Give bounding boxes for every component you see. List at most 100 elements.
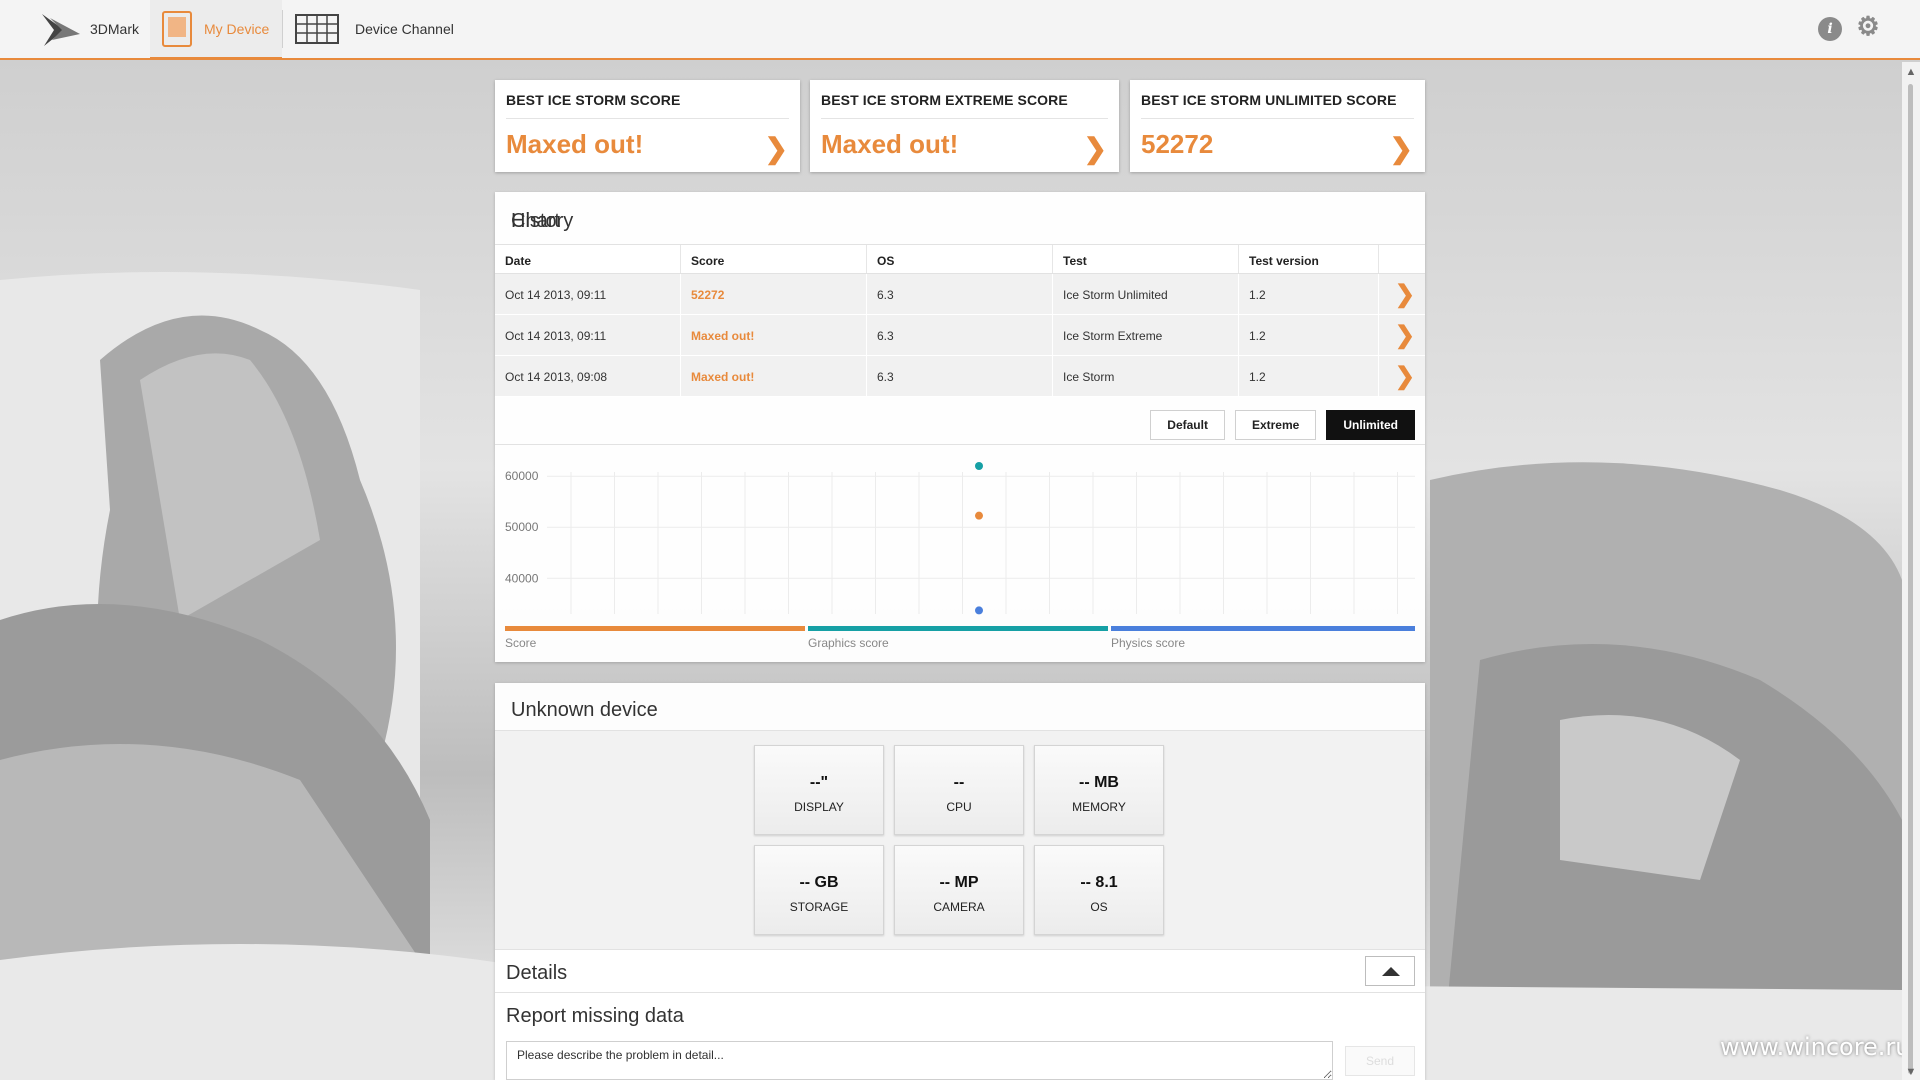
details-section-header: Details xyxy=(495,949,1425,993)
scroll-thumb[interactable] xyxy=(1908,84,1913,1074)
send-button[interactable]: Send xyxy=(1345,1046,1415,1076)
info-icon[interactable]: i xyxy=(1818,17,1842,41)
legend-graphics-bar xyxy=(808,626,1108,631)
chevron-right-icon: ❯ xyxy=(1389,133,1413,164)
chevron-right-icon: ❯ xyxy=(1083,133,1107,164)
nav-my-device[interactable]: My Device xyxy=(150,0,282,60)
history-table-header: Date Score OS Test Test version xyxy=(495,244,1425,274)
tile-value: --" xyxy=(809,774,829,791)
scroll-up-arrow-icon[interactable]: ▲ xyxy=(1905,66,1917,78)
row-version: 1.2 xyxy=(1239,315,1379,355)
scroll-down-arrow-icon[interactable]: ▼ xyxy=(1905,1066,1917,1080)
history-table: Date Score OS Test Test version Oct 14 2… xyxy=(495,244,1425,397)
row-score-link[interactable]: Maxed out! xyxy=(681,356,867,396)
nav-divider xyxy=(282,10,283,48)
device-panel: Unknown device --" DISPLAY -- CPU -- MB … xyxy=(495,683,1425,1080)
vertical-scrollbar[interactable]: ▲ ▼ xyxy=(1902,62,1920,1080)
row-test: Ice Storm Unlimited xyxy=(1053,274,1239,314)
nav-my-device-label: My Device xyxy=(204,20,270,37)
best-ice-storm-unlimited-card[interactable]: BEST ICE STORM UNLIMITED SCORE 52272 ❯ xyxy=(1130,80,1425,172)
tile-value: -- GB xyxy=(799,874,839,891)
table-row[interactable]: Oct 14 2013, 09:11 Maxed out! 6.3 Ice St… xyxy=(495,315,1425,356)
row-score-link[interactable]: Maxed out! xyxy=(681,315,867,355)
column-header[interactable]: OS xyxy=(867,245,1053,273)
tile-label: STORAGE xyxy=(789,900,849,914)
card-value: Maxed out! xyxy=(821,129,959,159)
y-tick-label: 50000 xyxy=(505,520,539,534)
column-header[interactable]: Date xyxy=(495,245,681,273)
display-tile: --" DISPLAY xyxy=(754,745,884,835)
report-description-input[interactable] xyxy=(506,1041,1333,1080)
data-point-physics-score xyxy=(975,606,983,615)
chart-unlimited-button[interactable]: Unlimited xyxy=(1326,410,1415,440)
row-date: Oct 14 2013, 09:11 xyxy=(495,315,681,355)
column-header[interactable]: Test xyxy=(1053,245,1239,273)
row-date: Oct 14 2013, 09:11 xyxy=(495,274,681,314)
row-os: 6.3 xyxy=(867,356,1053,396)
card-title: BEST ICE STORM UNLIMITED SCORE xyxy=(1141,92,1414,119)
tile-label: DISPLAY xyxy=(794,800,844,814)
tile-value: -- MB xyxy=(1079,774,1119,791)
os-tile: -- 8.1 OS xyxy=(1034,845,1164,935)
card-title: BEST ICE STORM EXTREME SCORE xyxy=(821,92,1108,119)
column-header-blank xyxy=(1379,245,1425,273)
history-panel: History Date Score OS Test Test version … xyxy=(495,192,1425,662)
gear-icon[interactable]: ⚙ xyxy=(1856,11,1880,41)
tile-value: -- 8.1 xyxy=(1080,874,1118,891)
best-ice-storm-card[interactable]: BEST ICE STORM SCORE Maxed out! ❯ xyxy=(495,80,800,172)
column-header[interactable]: Score xyxy=(681,245,867,273)
chart-title: Chart xyxy=(511,210,560,232)
table-row[interactable]: Oct 14 2013, 09:11 52272 6.3 Ice Storm U… xyxy=(495,274,1425,315)
chart-mode-buttons: Default Extreme Unlimited xyxy=(1150,410,1415,440)
chevron-right-icon[interactable]: ❯ xyxy=(1379,315,1425,355)
row-score-link[interactable]: 52272 xyxy=(681,274,867,314)
card-value: 52272 xyxy=(1141,129,1214,159)
memory-tile: -- MB MEMORY xyxy=(1034,745,1164,835)
row-os: 6.3 xyxy=(867,274,1053,314)
row-date: Oct 14 2013, 09:08 xyxy=(495,356,681,396)
data-point-graphics-score xyxy=(975,462,983,470)
table-row[interactable]: Oct 14 2013, 09:08 Maxed out! 6.3 Ice St… xyxy=(495,356,1425,397)
legend-score-bar xyxy=(505,626,805,631)
y-tick-label: 60000 xyxy=(505,469,539,483)
row-test: Ice Storm Extreme xyxy=(1053,315,1239,355)
tablet-icon xyxy=(162,10,192,47)
details-title: Details xyxy=(506,962,568,984)
chart-extreme-button[interactable]: Extreme xyxy=(1234,410,1317,440)
camera-tile: -- MP CAMERA xyxy=(894,845,1024,935)
cpu-tile: -- CPU xyxy=(894,745,1024,835)
report-missing-data-title: Report missing data xyxy=(506,1005,684,1027)
best-ice-storm-extreme-card[interactable]: BEST ICE STORM EXTREME SCORE Maxed out! … xyxy=(810,80,1119,172)
device-title: Unknown device xyxy=(511,699,658,721)
legend-score-label: Score xyxy=(505,636,537,650)
row-test: Ice Storm xyxy=(1053,356,1239,396)
tile-value: -- xyxy=(953,774,965,791)
row-version: 1.2 xyxy=(1239,274,1379,314)
nav-device-channel-label: Device Channel xyxy=(355,21,454,37)
row-version: 1.2 xyxy=(1239,356,1379,396)
chevron-right-icon[interactable]: ❯ xyxy=(1379,274,1425,314)
tile-label: OS xyxy=(1090,900,1108,914)
nav-device-channel[interactable]: Device Channel xyxy=(295,0,454,58)
storage-tile: -- GB STORAGE xyxy=(754,845,884,935)
top-navigation-bar: 3DMark My Device Device Channel i ⚙ xyxy=(0,0,1920,60)
chart-divider xyxy=(495,444,1425,445)
chevron-right-icon[interactable]: ❯ xyxy=(1379,356,1425,396)
collapse-details-button[interactable] xyxy=(1365,956,1415,986)
3dmark-logo-icon xyxy=(42,14,80,46)
card-title: BEST ICE STORM SCORE xyxy=(506,92,789,119)
tile-label: CPU xyxy=(946,800,972,814)
grid-list-icon xyxy=(295,14,339,44)
legend-physics-label: Physics score xyxy=(1111,636,1186,650)
legend-graphics-label: Graphics score xyxy=(808,636,889,650)
card-value: Maxed out! xyxy=(506,129,644,159)
column-header[interactable]: Test version xyxy=(1239,245,1379,273)
row-os: 6.3 xyxy=(867,315,1053,355)
chevron-right-icon: ❯ xyxy=(764,133,788,164)
score-chart: 60000 50000 40000 xyxy=(505,462,1415,615)
chart-default-button[interactable]: Default xyxy=(1150,410,1225,440)
tile-value: -- MP xyxy=(939,874,979,891)
legend-physics-bar xyxy=(1111,626,1415,631)
nav-3dmark[interactable]: 3DMark xyxy=(40,0,139,58)
y-tick-label: 40000 xyxy=(505,571,539,585)
